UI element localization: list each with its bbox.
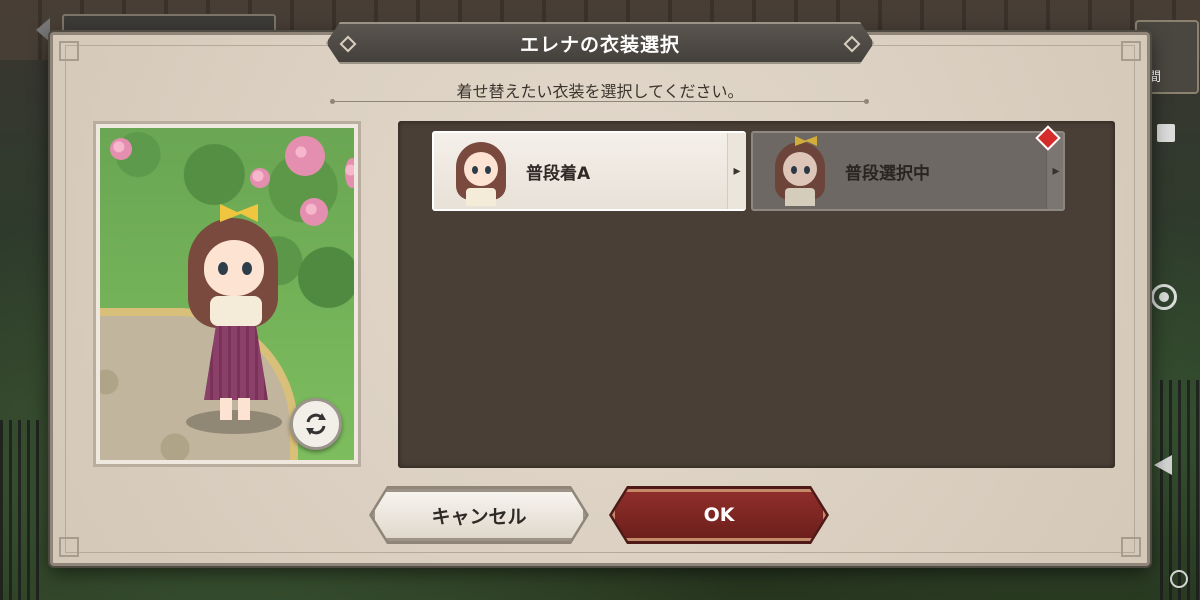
- cancel-button-label: キャンセル: [431, 505, 527, 528]
- cancel-button[interactable]: キャンセル: [372, 489, 586, 541]
- character-portrait: [771, 136, 831, 206]
- outfit-card-selected[interactable]: 普段選択中 ▸: [751, 125, 1065, 211]
- diamond-ornament-icon: [340, 36, 357, 53]
- rose-decoration: [345, 158, 354, 188]
- rose-decoration: [285, 136, 325, 176]
- instruction-text: 着せ替えたい衣装を選択してください。: [456, 82, 744, 101]
- outfit-list-panel: 普段着A ▸ 普段選択中 ▸: [398, 121, 1115, 468]
- ok-button[interactable]: OK: [612, 489, 826, 541]
- outfit-label: 普段着A: [526, 163, 591, 184]
- diamond-ornament-icon: [844, 36, 861, 53]
- back-nav-icon[interactable]: [1154, 455, 1172, 475]
- ok-button-label: OK: [703, 504, 735, 526]
- dialog-title-banner: エレナの衣装選択: [326, 22, 874, 64]
- character-model: [180, 200, 290, 434]
- rotate-arrows-icon: [306, 413, 326, 435]
- frame-corner-ornament: [1121, 537, 1141, 557]
- background-fence-left: [0, 420, 40, 600]
- character-portrait: [452, 136, 512, 206]
- outfit-label: 普段選択中: [845, 163, 930, 184]
- frame-corner-ornament: [59, 41, 79, 61]
- preview-garden-background: [100, 128, 354, 460]
- background-fence-right: [1160, 380, 1200, 600]
- back-arrow-icon[interactable]: [36, 18, 50, 42]
- watermark-logo-icon: [1170, 570, 1188, 588]
- rose-decoration: [250, 168, 270, 188]
- character-preview: [93, 121, 361, 467]
- rose-decoration: [110, 138, 132, 160]
- instruction-divider: [330, 99, 869, 104]
- home-icon[interactable]: [1151, 284, 1177, 310]
- outfit-card-casual-a[interactable]: 普段着A ▸: [432, 131, 746, 211]
- recent-apps-icon[interactable]: [1157, 124, 1175, 142]
- frame-corner-ornament: [59, 537, 79, 557]
- dialog-title: エレナの衣装選択: [519, 33, 680, 56]
- rotate-preview-button[interactable]: [290, 398, 342, 450]
- rose-decoration: [300, 198, 328, 226]
- chevron-right-icon: ▸: [727, 133, 746, 209]
- frame-corner-ornament: [1121, 41, 1141, 61]
